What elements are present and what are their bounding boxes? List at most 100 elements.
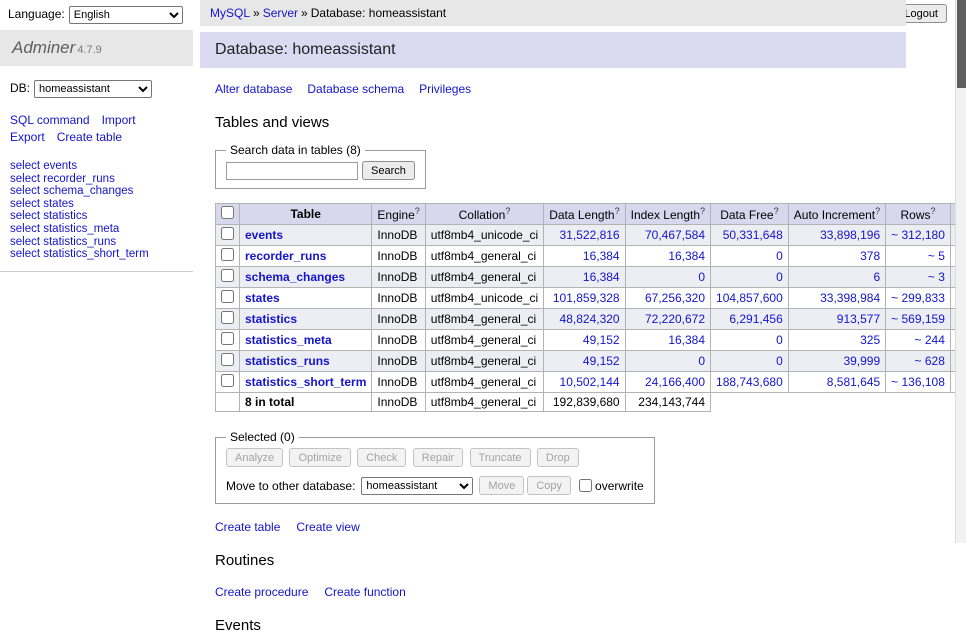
table-link[interactable]: schema_changes: [245, 270, 345, 284]
db-select[interactable]: homeassistant: [34, 80, 152, 98]
sidebar-link-export[interactable]: Export: [10, 130, 45, 144]
engine-cell: InnoDB: [372, 246, 425, 267]
sidebar-table-link-statistics-runs[interactable]: select statistics_runs: [10, 236, 193, 249]
breadcrumb-mysql-link[interactable]: MySQL: [210, 6, 250, 20]
rows-cell: ~ 299,833: [886, 288, 951, 309]
engine-cell: InnoDB: [372, 330, 425, 351]
scrollbar-thumb[interactable]: [957, 0, 966, 88]
data-length-cell: 49,152: [544, 330, 625, 351]
index-length-cell: 0: [625, 351, 710, 372]
row-checkbox[interactable]: [221, 332, 234, 345]
privileges-link[interactable]: Privileges: [419, 82, 471, 96]
collation-cell: utf8mb4_general_ci: [425, 267, 543, 288]
sidebar-link-sql-command[interactable]: SQL command: [10, 113, 90, 127]
sidebar-link-create-table[interactable]: Create table: [57, 130, 122, 144]
overwrite-checkbox[interactable]: [579, 479, 592, 492]
table-link[interactable]: states: [245, 291, 280, 305]
truncate-button[interactable]: Truncate: [470, 448, 531, 467]
auto-increment-cell: 8,581,645: [788, 372, 885, 393]
table-link[interactable]: recorder_runs: [245, 249, 326, 263]
engine-cell: InnoDB: [372, 288, 425, 309]
overwrite-label[interactable]: overwrite: [595, 479, 644, 493]
column-help-link[interactable]: ?: [931, 206, 936, 216]
move-database-select[interactable]: homeassistant: [361, 477, 473, 495]
sidebar-table-link-statistics-meta[interactable]: select statistics_meta: [10, 223, 193, 236]
data-length-cell: 101,859,328: [544, 288, 625, 309]
row-checkbox[interactable]: [221, 311, 234, 324]
copy-button[interactable]: Copy: [527, 476, 571, 495]
breadcrumb-server-link[interactable]: Server: [263, 6, 298, 20]
sidebar-tables-list: select events select recorder_runs selec…: [0, 160, 193, 272]
create-table-link[interactable]: Create table: [215, 520, 280, 534]
create-function-link[interactable]: Create function: [324, 585, 405, 599]
row-checkbox[interactable]: [221, 290, 234, 303]
total-checkbox-cell: [216, 393, 240, 412]
table-link[interactable]: events: [245, 228, 283, 242]
alter-database-link[interactable]: Alter database: [215, 82, 292, 96]
language-select[interactable]: English: [69, 6, 183, 24]
vertical-scrollbar[interactable]: [955, 0, 966, 543]
search-fieldset: Search data in tables (8) Search: [215, 143, 426, 189]
total-label-cell: 8 in total: [240, 393, 372, 412]
app-logo: Adminer4.7.9: [0, 30, 193, 66]
column-help-link[interactable]: ?: [615, 206, 620, 216]
column-help-link[interactable]: ?: [415, 206, 420, 216]
create-procedure-link[interactable]: Create procedure: [215, 585, 308, 599]
table-row-statistics-runs: statistics_runs InnoDB utf8mb4_general_c…: [216, 351, 966, 372]
row-checkbox-cell: [216, 330, 240, 351]
sidebar-table-link-states[interactable]: select states: [10, 198, 193, 211]
sidebar-table-link-recorder-runs[interactable]: select recorder_runs: [10, 173, 193, 186]
rows-cell: ~ 312,180: [886, 225, 951, 246]
page-title: Database: homeassistant: [200, 32, 906, 68]
repair-button[interactable]: Repair: [413, 448, 463, 467]
search-legend: Search data in tables (8): [226, 143, 365, 157]
data-free-cell: 6,291,456: [711, 309, 789, 330]
row-checkbox[interactable]: [221, 269, 234, 282]
total-engine-cell: InnoDB: [372, 393, 425, 412]
table-name-cell: schema_changes: [240, 267, 372, 288]
sidebar-table-link-events[interactable]: select events: [10, 160, 193, 173]
table-row-schema-changes: schema_changes InnoDB utf8mb4_general_ci…: [216, 267, 966, 288]
row-checkbox[interactable]: [221, 248, 234, 261]
create-actions: Create table Create view: [215, 520, 906, 534]
analyze-button[interactable]: Analyze: [226, 448, 283, 467]
index-length-cell: 70,467,584: [625, 225, 710, 246]
table-link[interactable]: statistics: [245, 312, 297, 326]
breadcrumb-current: Database: homeassistant: [311, 6, 446, 20]
table-link[interactable]: statistics_short_term: [245, 375, 366, 389]
data-length-cell: 31,522,816: [544, 225, 625, 246]
column-help-link[interactable]: ?: [875, 206, 880, 216]
sidebar-table-link-statistics[interactable]: select statistics: [10, 210, 193, 223]
table-link[interactable]: statistics_runs: [245, 354, 330, 368]
selected-legend: Selected (0): [226, 430, 299, 444]
table-total-row: 8 in total InnoDB utf8mb4_general_ci 192…: [216, 393, 966, 412]
search-input[interactable]: [226, 162, 358, 180]
sidebar-table-link-schema-changes[interactable]: select schema_changes: [10, 185, 193, 198]
check-button[interactable]: Check: [357, 448, 406, 467]
row-checkbox[interactable]: [221, 353, 234, 366]
sidebar-table-link-statistics-short-term[interactable]: select statistics_short_term: [10, 248, 193, 261]
row-checkbox[interactable]: [221, 374, 234, 387]
data-free-cell: 0: [711, 351, 789, 372]
column-help-link[interactable]: ?: [774, 206, 779, 216]
move-to-database-label: Move to other database:: [226, 479, 355, 493]
breadcrumb-separator: »: [301, 6, 308, 20]
optimize-button[interactable]: Optimize: [289, 448, 350, 467]
row-checkbox[interactable]: [221, 227, 234, 240]
create-view-link[interactable]: Create view: [296, 520, 359, 534]
table-name-cell: recorder_runs: [240, 246, 372, 267]
table-header-row: Table Engine? Collation? Data Length? In…: [216, 204, 966, 225]
database-schema-link[interactable]: Database schema: [307, 82, 404, 96]
table-link[interactable]: statistics_meta: [245, 333, 332, 347]
column-help-link[interactable]: ?: [700, 206, 705, 216]
total-data-length-cell: 192,839,680: [544, 393, 625, 412]
search-button[interactable]: Search: [362, 161, 415, 180]
index-length-cell: 72,220,672: [625, 309, 710, 330]
drop-button[interactable]: Drop: [537, 448, 579, 467]
sidebar-link-import[interactable]: Import: [102, 113, 136, 127]
select-all-checkbox[interactable]: [221, 206, 234, 219]
auto-increment-cell: 378: [788, 246, 885, 267]
collation-cell: utf8mb4_general_ci: [425, 372, 543, 393]
move-button[interactable]: Move: [479, 476, 524, 495]
column-help-link[interactable]: ?: [505, 206, 510, 216]
